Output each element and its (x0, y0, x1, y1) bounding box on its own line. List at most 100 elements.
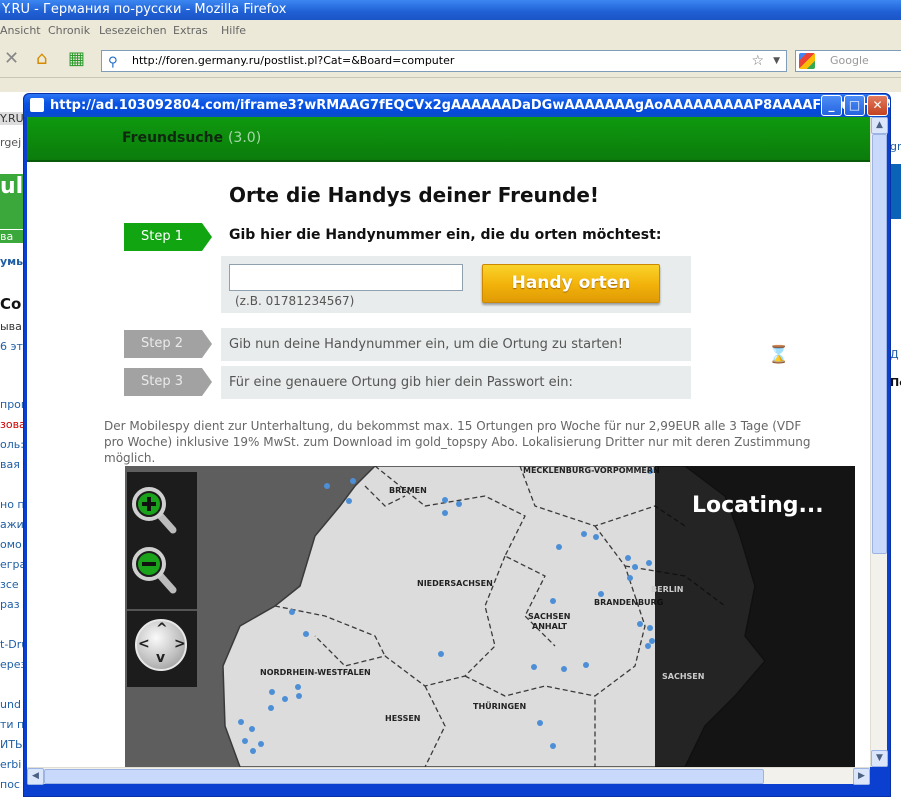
bg-fragment: Пс (890, 376, 901, 389)
popup-titlebar[interactable]: http://ad.103092804.com/iframe3?wRMAAG7f… (24, 94, 890, 117)
bg-fragment[interactable]: омо (0, 538, 24, 551)
close-button[interactable]: ✕ (867, 95, 888, 116)
map-label-sachsen-anhalt-2: ANHALT (532, 622, 568, 631)
bg-fragment[interactable]: Д (890, 348, 901, 361)
pan-right-icon[interactable]: > (174, 636, 186, 652)
bg-banner-fragment (890, 164, 901, 219)
map-label-hessen: HESSEN (385, 714, 421, 723)
firefox-window-title: Y.RU - Германия по-русски - Mozilla Fire… (2, 2, 287, 17)
pan-left-icon[interactable]: < (138, 636, 150, 652)
step-3-badge: Step 3 (124, 368, 212, 396)
bg-fragment[interactable]: зова (0, 418, 24, 431)
scroll-left-icon[interactable]: ◀ (27, 768, 44, 785)
scroll-up-icon[interactable]: ▲ (871, 117, 888, 134)
bg-fragment[interactable]: пос (0, 778, 24, 791)
bg-fragment[interactable]: 6 эт (0, 340, 24, 353)
map-label-sachsen: SACHSEN (662, 672, 705, 681)
bg-fragment[interactable]: ва (0, 230, 24, 243)
map-pan-control[interactable]: ^ < > v (135, 619, 187, 671)
disclaimer-text: Der Mobilespy dient zur Unterhaltung, du… (104, 419, 811, 465)
minimize-button[interactable]: _ (821, 95, 842, 116)
zoom-out-icon[interactable] (127, 542, 181, 596)
home-icon[interactable]: ⌂ (36, 50, 47, 68)
bg-fragment[interactable]: оль: (0, 438, 24, 451)
bookmarks-toolbar (0, 78, 901, 92)
phone-example-hint: (z.B. 01781234567) (235, 294, 355, 308)
search-box[interactable]: Google (795, 50, 901, 72)
bg-fragment[interactable]: егра (0, 558, 24, 571)
menu-extras[interactable]: Extras (173, 24, 208, 37)
phone-number-input[interactable] (229, 264, 463, 291)
hourglass-cursor-icon: ⌛ (768, 345, 790, 365)
zoom-in-icon[interactable] (127, 482, 181, 536)
vertical-scrollbar[interactable]: ▲ ▼ (870, 117, 888, 767)
menu-lesezeichen[interactable]: Lesezeichen (99, 24, 167, 37)
bg-fragment[interactable]: раз (0, 598, 24, 611)
bg-fragment: Co (0, 295, 22, 313)
germany-map[interactable]: MECKLENBURG-VORPOMMERN BREMEN NIEDERSACH… (125, 466, 855, 767)
google-icon[interactable] (799, 53, 815, 69)
window-app-icon (30, 98, 44, 112)
bg-fragment[interactable]: но п (0, 498, 24, 511)
extension-icon[interactable]: ▦ (68, 50, 85, 68)
popup-window: http://ad.103092804.com/iframe3?wRMAAG7f… (23, 93, 891, 797)
locating-status: Locating... (692, 493, 824, 518)
bg-fragment[interactable]: erbi (0, 758, 24, 771)
app-version: (3.0) (227, 130, 262, 146)
url-bar[interactable]: ⚲ http://foren.germany.ru/postlist.pl?Ca… (101, 50, 787, 72)
map-label-mecklenburg: MECKLENBURG-VORPOMMERN (523, 466, 660, 475)
map-label-sachsen-anhalt: SACHSEN (528, 612, 571, 621)
bg-fragment[interactable]: зсе (0, 578, 24, 591)
scroll-right-icon[interactable]: ▶ (853, 768, 870, 785)
bg-fragment[interactable]: ажи (0, 518, 24, 531)
map-label-bremen: BREMEN (389, 486, 427, 495)
url-text: http://foren.germany.ru/postlist.pl?Cat=… (132, 54, 455, 67)
bg-fragment[interactable]: ИТЬ (0, 738, 24, 751)
phone-input-panel: (z.B. 01781234567) Handy orten (221, 256, 691, 313)
horizontal-scrollbar[interactable]: ◀ ▶ (27, 767, 870, 785)
bg-fragment: rgej (0, 136, 22, 149)
handy-orten-button[interactable]: Handy orten (482, 264, 660, 303)
step-1-badge: Step 1 (124, 223, 212, 251)
pan-up-icon[interactable]: ^ (156, 621, 168, 637)
bg-fragment[interactable]: ти п (0, 718, 24, 731)
horizontal-scroll-thumb[interactable] (44, 769, 764, 784)
step-2-instruction: Gib nun deine Handynummer ein, um die Or… (221, 328, 691, 361)
app-title-name: Freundsuche (122, 130, 224, 146)
bg-logo-fragment: ul (0, 174, 24, 229)
bg-fragment[interactable]: gr (890, 140, 901, 153)
bookmark-star-icon[interactable]: ☆ (751, 51, 764, 71)
map-label-niedersachsen: NIEDERSACHSEN (417, 579, 493, 588)
menu-chronik[interactable]: Chronik (48, 24, 90, 37)
bg-fragment[interactable]: und (0, 698, 24, 711)
menu-ansicht[interactable]: Ansicht (0, 24, 41, 37)
app-title: Freundsuche (3.0) (122, 130, 261, 146)
site-identity-icon[interactable]: ⚲ (108, 53, 118, 73)
popup-content: Freundsuche (3.0) Orte die Handys deiner… (27, 117, 870, 767)
bg-fragment[interactable]: вая (0, 458, 24, 471)
map-label-nrw: NORDRHEIN-WESTFALEN (260, 668, 371, 677)
bg-fragment[interactable]: прог (0, 398, 24, 411)
vertical-scroll-thumb[interactable] (872, 134, 887, 554)
map-label-brandenburg: BRANDENBURG (594, 598, 664, 607)
map-label-berlin: BERLIN (651, 585, 684, 594)
map-label-thueringen: THÜRINGEN (473, 702, 527, 711)
pan-down-icon[interactable]: v (156, 650, 165, 666)
zoom-divider (127, 609, 197, 611)
menu-hilfe[interactable]: Hilfe (221, 24, 246, 37)
app-header: Freundsuche (3.0) (27, 117, 870, 162)
bg-fragment[interactable]: умь (0, 255, 24, 268)
maximize-button[interactable]: □ (844, 95, 865, 116)
bg-tab-fragment[interactable]: Y.RU (0, 112, 24, 125)
bg-fragment[interactable]: ерез (0, 658, 24, 671)
scroll-down-icon[interactable]: ▼ (871, 750, 888, 767)
firefox-menubar: Ansicht Chronik Lesezeichen Extras Hilfe (0, 20, 901, 42)
step-2-badge: Step 2 (124, 330, 212, 358)
url-dropdown-icon[interactable]: ▼ (773, 51, 780, 71)
step-3-instruction: Für eine genauere Ortung gib hier dein P… (221, 366, 691, 399)
locating-overlay: Locating... BERLIN SACHSEN (651, 466, 855, 767)
bg-fragment: ыва (0, 320, 22, 333)
stop-icon[interactable]: ✕ (4, 50, 19, 68)
bg-fragment[interactable]: t-Dru (0, 638, 24, 651)
popup-title-text: http://ad.103092804.com/iframe3?wRMAAG7f… (50, 98, 890, 113)
